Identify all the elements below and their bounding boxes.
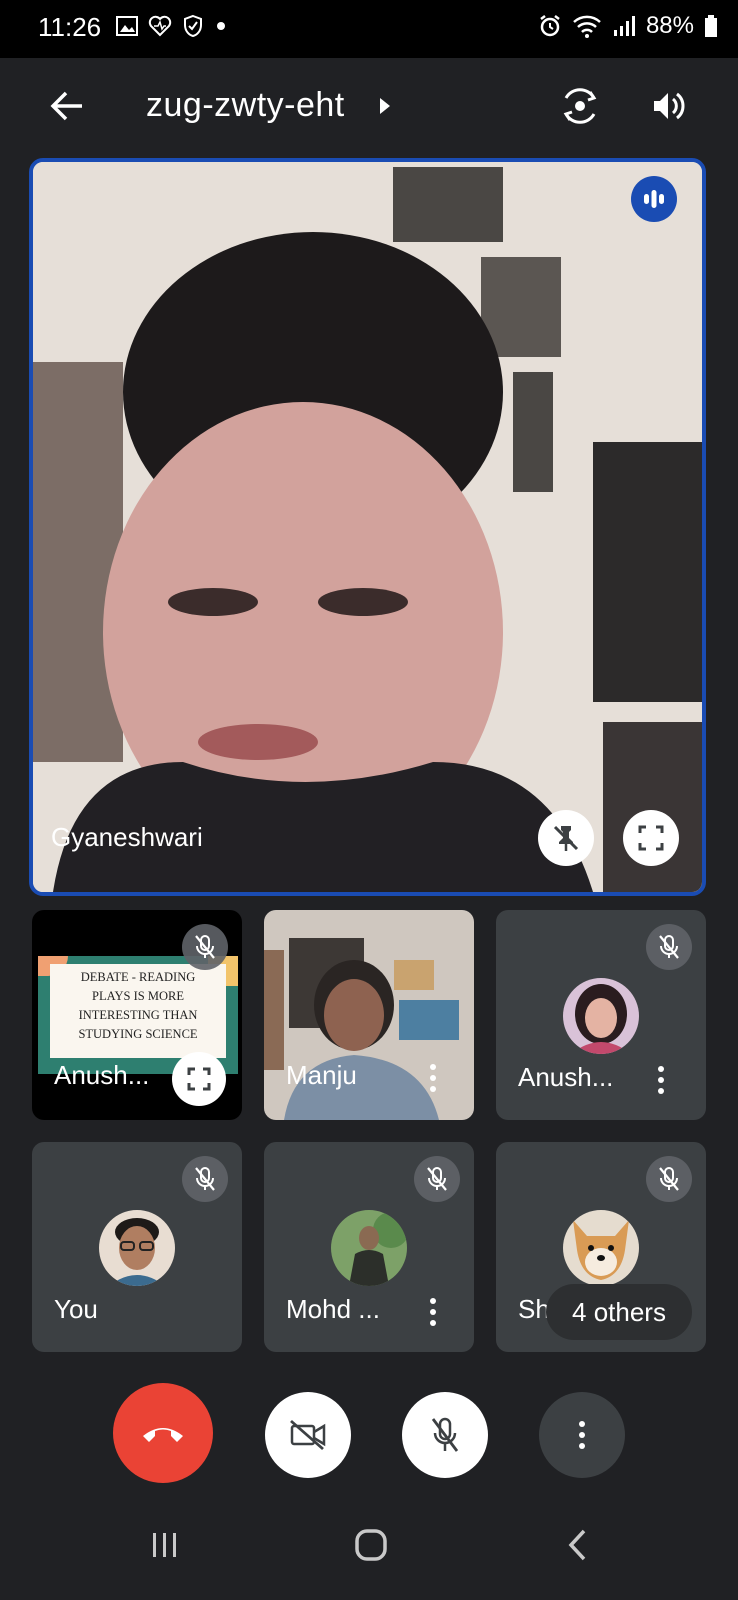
battery-icon <box>705 15 717 37</box>
status-bar: 11:26 88% <box>0 0 738 58</box>
more-options-icon[interactable] <box>428 1064 438 1092</box>
more-options-icon[interactable] <box>539 1392 625 1478</box>
wifi-icon <box>573 15 601 38</box>
meeting-code[interactable]: zug-zwty-eht <box>146 86 345 125</box>
others-count-button[interactable]: 4 others <box>546 1284 692 1340</box>
system-nav-bar <box>0 1500 738 1600</box>
slide-line: PLAYS IS MORE <box>92 989 184 1003</box>
main-participant-name: Gyaneshwari <box>51 822 203 852</box>
mic-off-icon[interactable] <box>402 1392 488 1478</box>
participant-tile-presentation[interactable]: DEBATE - READING PLAYS IS MORE INTERESTI… <box>32 910 242 1120</box>
main-speaker-tile[interactable]: Gyaneshwari <box>29 158 706 896</box>
unpin-icon[interactable] <box>538 810 594 866</box>
avatar <box>563 978 639 1054</box>
alarm-icon <box>540 15 560 37</box>
slide-line: STUDYING SCIENCE <box>78 1027 198 1041</box>
speaker-video <box>33 162 702 892</box>
more-options-icon[interactable] <box>428 1298 438 1326</box>
mic-off-icon <box>182 1156 228 1202</box>
avatar <box>563 1210 639 1286</box>
participant-tile-self[interactable]: You <box>32 1142 242 1352</box>
back-icon[interactable] <box>566 1528 590 1562</box>
participant-tile-avatar[interactable]: Anush... <box>496 910 706 1120</box>
fullscreen-icon[interactable] <box>623 810 679 866</box>
mic-off-icon <box>646 1156 692 1202</box>
slide-line: DEBATE - READING <box>80 970 196 984</box>
health-icon <box>148 15 172 37</box>
recent-apps-icon[interactable] <box>150 1530 180 1560</box>
more-options-icon[interactable] <box>656 1066 666 1094</box>
meeting-header: zug-zwty-eht <box>0 58 738 156</box>
shield-icon <box>184 14 202 38</box>
participant-name: Anush... <box>518 1062 614 1092</box>
gallery-icon <box>116 16 138 36</box>
speaking-indicator-icon <box>631 176 677 222</box>
participant-name: You <box>54 1294 98 1324</box>
mic-off-icon <box>182 924 228 970</box>
participant-tile-video[interactable]: Manju <box>264 910 474 1120</box>
slide-line: INTERESTING THAN <box>78 1008 198 1022</box>
participant-name: Anush... <box>54 1060 150 1090</box>
fullscreen-icon[interactable] <box>172 1052 226 1106</box>
mic-off-icon <box>646 924 692 970</box>
battery-percent: 88% <box>645 12 694 39</box>
speaker-icon[interactable] <box>650 88 686 124</box>
signal-icon <box>613 16 635 36</box>
back-arrow-icon[interactable] <box>50 90 84 122</box>
mic-off-icon <box>414 1156 460 1202</box>
home-icon[interactable] <box>354 1528 388 1562</box>
switch-camera-icon[interactable] <box>560 86 600 126</box>
avatar <box>99 1210 175 1286</box>
dot-icon <box>217 22 225 30</box>
camera-off-icon[interactable] <box>265 1392 351 1478</box>
status-time: 11:26 <box>38 12 102 42</box>
participant-name: Manju <box>286 1060 357 1090</box>
participant-tile-others[interactable]: Shal 4 others <box>496 1142 706 1352</box>
participant-tile-avatar[interactable]: Mohd ... <box>264 1142 474 1352</box>
chevron-right-icon[interactable] <box>378 96 392 116</box>
avatar <box>331 1210 407 1286</box>
participant-name: Mohd ... <box>286 1294 380 1324</box>
end-call-icon[interactable] <box>113 1383 213 1483</box>
